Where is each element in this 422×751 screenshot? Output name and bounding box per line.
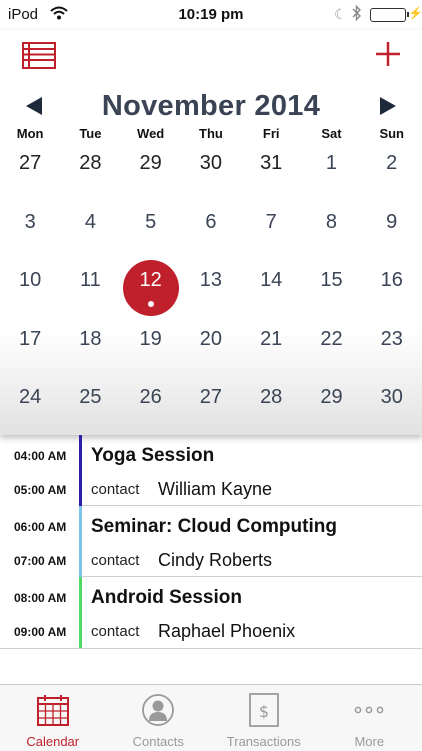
event-row[interactable]: 04:00 AM 05:00 AM Yoga Session contact W… <box>0 435 422 506</box>
selected-day-number: 12 <box>140 269 162 291</box>
calendar-day[interactable]: 17 <box>0 324 60 383</box>
event-title: Yoga Session <box>91 445 214 467</box>
calendar-panel: November 2014 Mon Tue Wed Thu Fri Sat Su… <box>0 30 422 435</box>
tab-more[interactable]: More <box>317 685 422 751</box>
calendar-day[interactable]: 29 <box>121 148 181 207</box>
calendar-day[interactable]: 22 <box>301 324 361 383</box>
calendar-week: 24 25 26 27 28 29 30 <box>0 382 422 441</box>
month-title: November 2014 <box>0 90 422 123</box>
calendar-day[interactable]: 21 <box>241 324 301 383</box>
weekday-label: Wed <box>121 126 181 144</box>
calendar-day[interactable]: 2 <box>362 148 422 207</box>
tab-contacts[interactable]: Contacts <box>106 685 212 751</box>
calendar-day[interactable]: 20 <box>181 324 241 383</box>
tab-label: More <box>317 734 422 749</box>
event-start-time: 08:00 AM <box>14 591 66 605</box>
calendar-day[interactable]: 26 <box>121 382 181 441</box>
calendar-day[interactable]: 9 <box>362 207 422 266</box>
event-row[interactable]: 08:00 AM 09:00 AM Android Session contac… <box>0 577 422 648</box>
calendar-day[interactable]: 28 <box>241 382 301 441</box>
event-contact-name: Cindy Roberts <box>158 550 272 571</box>
weekday-label: Fri <box>241 126 301 144</box>
calendar-day[interactable]: 14 <box>241 265 301 324</box>
list-icon[interactable] <box>22 42 56 69</box>
weekday-label: Tue <box>60 126 120 144</box>
next-month-arrow-icon[interactable] <box>380 97 396 115</box>
calendar-day[interactable]: 6 <box>181 207 241 266</box>
calendar-day[interactable]: 11 <box>60 265 120 324</box>
calendar-week: 10 11 12 13 14 15 16 <box>0 265 422 324</box>
event-start-time: 04:00 AM <box>14 449 66 463</box>
calendar-day[interactable]: 16 <box>362 265 422 324</box>
calendar-week: 17 18 19 20 21 22 23 <box>0 324 422 383</box>
calendar-day[interactable]: 29 <box>301 382 361 441</box>
weekday-header: Mon Tue Wed Thu Fri Sat Sun <box>0 126 422 144</box>
calendar-day[interactable]: 24 <box>0 382 60 441</box>
weekday-label: Sat <box>301 126 361 144</box>
event-contact-label: contact <box>91 623 139 640</box>
event-contact-name: William Kayne <box>158 479 272 500</box>
event-title: Seminar: Cloud Computing <box>91 516 337 538</box>
calendar-day[interactable]: 31 <box>241 148 301 207</box>
calendar-day[interactable]: 25 <box>60 382 120 441</box>
calendar-day[interactable]: 8 <box>301 207 361 266</box>
event-list: 04:00 AM 05:00 AM Yoga Session contact W… <box>0 435 422 648</box>
calendar-week: 27 28 29 30 31 1 2 <box>0 148 422 207</box>
tab-label: Calendar <box>0 734 106 749</box>
calendar-day[interactable]: 30 <box>181 148 241 207</box>
calendar-icon <box>36 693 70 732</box>
event-start-time: 06:00 AM <box>14 520 66 534</box>
plus-icon[interactable] <box>374 40 402 68</box>
calendar-day[interactable]: 4 <box>60 207 120 266</box>
calendar-day[interactable]: 27 <box>181 382 241 441</box>
calendar-day[interactable]: 5 <box>121 207 181 266</box>
event-end-time: 05:00 AM <box>14 483 66 497</box>
more-icon <box>352 693 386 732</box>
tab-calendar[interactable]: Calendar <box>0 685 106 751</box>
tab-transactions[interactable]: $ Transactions <box>211 685 317 751</box>
calendar-day[interactable]: 13 <box>181 265 241 324</box>
event-contact-label: contact <box>91 481 139 498</box>
event-end-time: 09:00 AM <box>14 625 66 639</box>
event-color-bar <box>79 506 82 577</box>
calendar-day[interactable]: 1 <box>301 148 361 207</box>
event-color-bar <box>79 577 82 648</box>
calendar-day[interactable]: 18 <box>60 324 120 383</box>
calendar-grid: 27 28 29 30 31 1 2 3 4 5 6 7 8 9 10 11 1… <box>0 148 422 441</box>
calendar-day[interactable]: 30 <box>362 382 422 441</box>
tab-label: Contacts <box>106 734 212 749</box>
calendar-day-selected[interactable]: 12 <box>121 265 181 324</box>
calendar-day[interactable]: 7 <box>241 207 301 266</box>
event-contact-name: Raphael Phoenix <box>158 621 295 642</box>
calendar-day[interactable]: 10 <box>0 265 60 324</box>
calendar-day[interactable]: 19 <box>121 324 181 383</box>
event-row[interactable]: 06:00 AM 07:00 AM Seminar: Cloud Computi… <box>0 506 422 577</box>
charging-icon: ⚡ <box>408 6 422 20</box>
event-contact-label: contact <box>91 552 139 569</box>
calendar-day[interactable]: 27 <box>0 148 60 207</box>
weekday-label: Sun <box>362 126 422 144</box>
event-title: Android Session <box>91 587 242 609</box>
weekday-label: Mon <box>0 126 60 144</box>
calendar-day[interactable]: 23 <box>362 324 422 383</box>
weekday-label: Thu <box>181 126 241 144</box>
calendar-day[interactable]: 3 <box>0 207 60 266</box>
divider <box>0 648 422 649</box>
calendar-week: 3 4 5 6 7 8 9 <box>0 207 422 266</box>
contacts-icon <box>141 693 175 732</box>
calendar-day[interactable]: 15 <box>301 265 361 324</box>
tab-bar: Calendar Contacts $ Transactions <box>0 684 422 751</box>
battery-icon <box>370 8 406 22</box>
transactions-icon: $ <box>247 693 281 732</box>
svg-text:$: $ <box>259 702 269 721</box>
event-color-bar <box>79 435 82 506</box>
status-bar: iPod 10:19 pm ☾ ⚡ <box>0 0 422 30</box>
event-indicator-dot <box>148 301 154 307</box>
moon-icon: ☾ <box>334 6 347 23</box>
calendar-day[interactable]: 28 <box>60 148 120 207</box>
bluetooth-icon <box>352 4 362 27</box>
event-end-time: 07:00 AM <box>14 554 66 568</box>
tab-label: Transactions <box>211 734 317 749</box>
